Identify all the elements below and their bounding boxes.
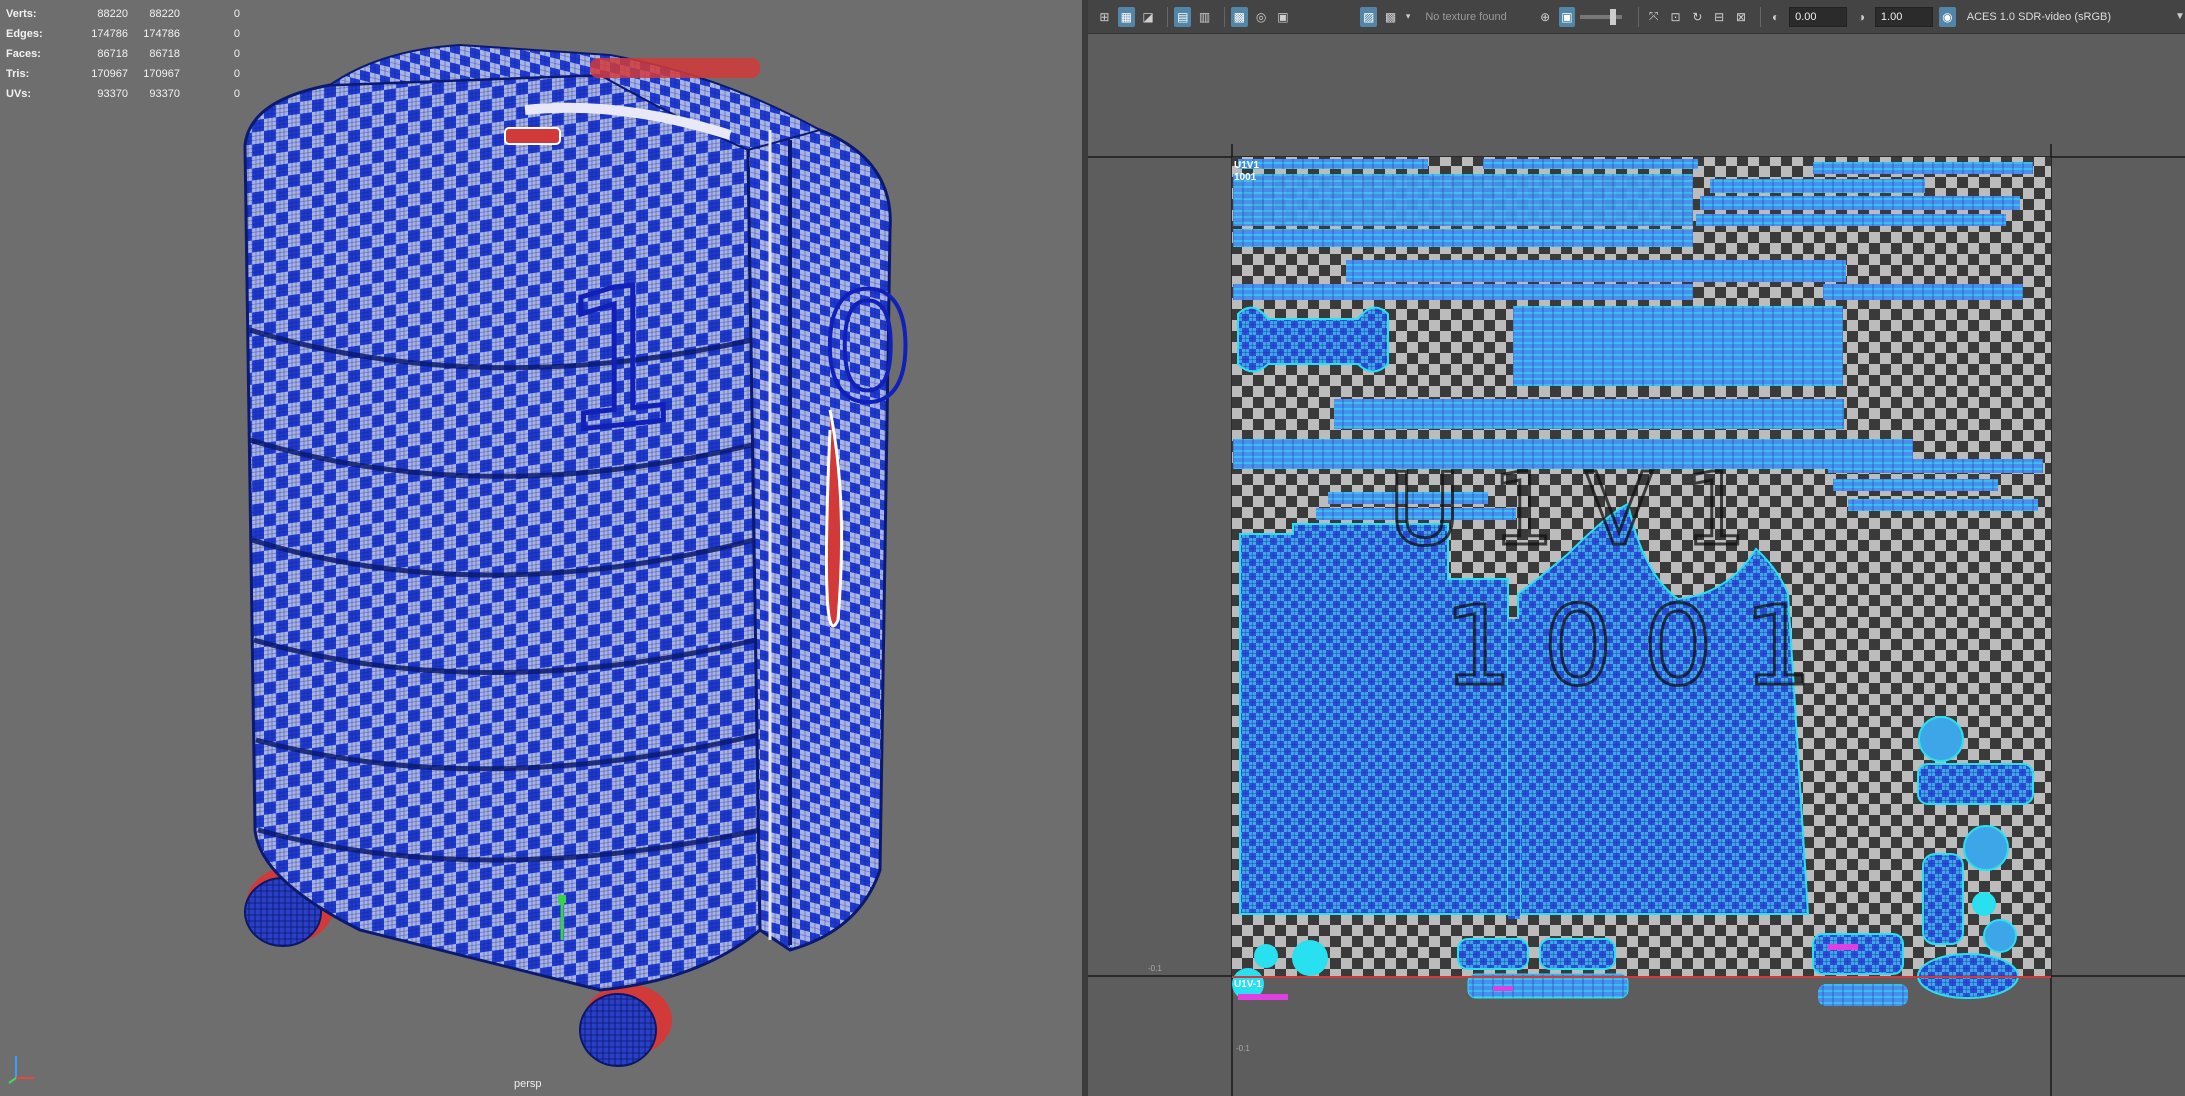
tile-below-label: U1V-1	[1234, 979, 1262, 990]
checker-display-icon[interactable]: ▩	[1382, 7, 1399, 27]
grid-axis-label: -0.1	[1148, 964, 1162, 973]
suitcase-model[interactable]: 1 0	[0, 0, 1082, 1096]
wheel-front-right	[579, 984, 672, 1067]
pixel-snap-icon[interactable]: ⊠	[1733, 7, 1750, 27]
exposure-field[interactable]	[1789, 6, 1848, 27]
texture-grid-icon[interactable]: ▥	[1196, 7, 1213, 27]
hud-row: Verts: 88220 88220 0	[6, 4, 240, 24]
uv-shell-icon[interactable]: ▦	[1117, 6, 1135, 27]
dropdown-arrow-icon[interactable]: ▾	[1404, 7, 1412, 27]
hud-row: Tris: 170967 170967 0	[6, 64, 240, 84]
hud-row: Faces: 86718 86718 0	[6, 44, 240, 64]
gamma-field[interactable]	[1874, 6, 1933, 27]
uv-layout-view[interactable]: U1V1 1001	[1088, 34, 2185, 1096]
texture-border-icon[interactable]: ⊡	[1667, 7, 1684, 27]
colorspace-dropdown[interactable]: ACES 1.0 SDR-video (sRGB)	[1967, 11, 2111, 23]
poly-count-hud: Verts: 88220 88220 0 Edges: 174786 174786 0 Face…	[6, 4, 240, 104]
tile-number-label: 1001	[1234, 172, 1257, 183]
hud-value: 0	[233, 28, 240, 40]
distortion-icon[interactable]: ⤧	[1645, 7, 1662, 27]
camera-icon[interactable]: ▣	[1274, 7, 1291, 27]
hud-value: 170967	[143, 68, 180, 80]
hud-value: 174786	[143, 28, 180, 40]
shaded-icon[interactable]: ▣	[1558, 6, 1576, 27]
gamma-icon[interactable]: ◑	[1853, 7, 1870, 27]
isolate-icon[interactable]: ⊕	[1537, 7, 1554, 27]
hud-label: Faces:	[6, 48, 41, 60]
axis-gizmo-icon	[8, 1056, 34, 1084]
exposure-icon[interactable]: ◐	[1767, 7, 1784, 27]
hud-row: UVs: 93370 93370 0	[6, 84, 240, 104]
uv-toolbar: ⊞ ▦ ◪ ▤ ▥ ▩ ◎ ▣ ▨ ▩ ▾ No texture found ⊕…	[1088, 0, 2185, 34]
grid-axis-label-bottom: -0.1	[1236, 1044, 1250, 1053]
hud-value: 88220	[149, 8, 180, 20]
hud-value: 0	[233, 88, 240, 100]
uv-layout-icon[interactable]: ⊞	[1096, 7, 1113, 27]
svg-text:1: 1	[560, 242, 681, 476]
uv-select-icon[interactable]: ◪	[1140, 7, 1157, 27]
hud-value: 0	[233, 48, 240, 60]
hud-row: Edges: 174786 174786 0	[6, 24, 240, 44]
tile-watermark-bottom: 1001	[1443, 582, 1843, 710]
chevron-down-icon[interactable]: ▼	[2175, 11, 2185, 22]
uv-ratio-icon[interactable]: ⊟	[1711, 7, 1728, 27]
slider-knob[interactable]	[1610, 8, 1617, 25]
no-texture-label: No texture found	[1425, 10, 1507, 23]
tile-name-label: U1V1	[1234, 160, 1260, 171]
svg-text:0: 0	[820, 262, 915, 436]
dim-image-slider[interactable]	[1580, 8, 1623, 25]
checker-icon[interactable]: ▩	[1230, 6, 1248, 27]
hud-value: 93370	[149, 88, 180, 100]
toolbar-divider	[1760, 6, 1762, 27]
hud-value: 86718	[149, 48, 180, 60]
hud-value: 170967	[91, 68, 128, 80]
edge-color-icon[interactable]: ↻	[1689, 7, 1706, 27]
hud-value: 174786	[91, 28, 128, 40]
camera-label: persp	[514, 1078, 542, 1090]
uv-canvas[interactable]: U1V1 1001 U1V1 1001 U1V-1 -0.1 -0.1	[1088, 34, 2185, 1096]
snapshot-icon[interactable]: ◎	[1253, 7, 1270, 27]
uv-editor-panel[interactable]: ⊞ ▦ ◪ ▤ ▥ ▩ ◎ ▣ ▨ ▩ ▾ No texture found ⊕…	[1088, 0, 2185, 1096]
hud-value: 93370	[97, 88, 128, 100]
hud-value: 86718	[97, 48, 128, 60]
color-management-icon[interactable]: ◉	[1938, 6, 1956, 27]
toolbar-divider	[1638, 6, 1640, 27]
hud-value: 0	[233, 8, 240, 20]
hud-label: UVs:	[6, 88, 32, 100]
hud-label: Verts:	[6, 8, 37, 20]
hud-value: 0	[233, 68, 240, 80]
toolbar-divider	[1223, 6, 1225, 27]
grid-icon[interactable]: ▤	[1174, 6, 1192, 27]
toolbar-divider	[1167, 6, 1169, 27]
hud-label: Edges:	[6, 28, 43, 40]
image-display-icon[interactable]: ▨	[1360, 6, 1378, 27]
perspective-viewport[interactable]: 1 0 Verts: 88220 88220 0 Edges: 174786 174786 0…	[0, 0, 1082, 1096]
hud-value: 88220	[97, 8, 128, 20]
hud-label: Tris:	[6, 68, 30, 80]
tile-watermark-top: U1V1	[1388, 451, 1777, 568]
